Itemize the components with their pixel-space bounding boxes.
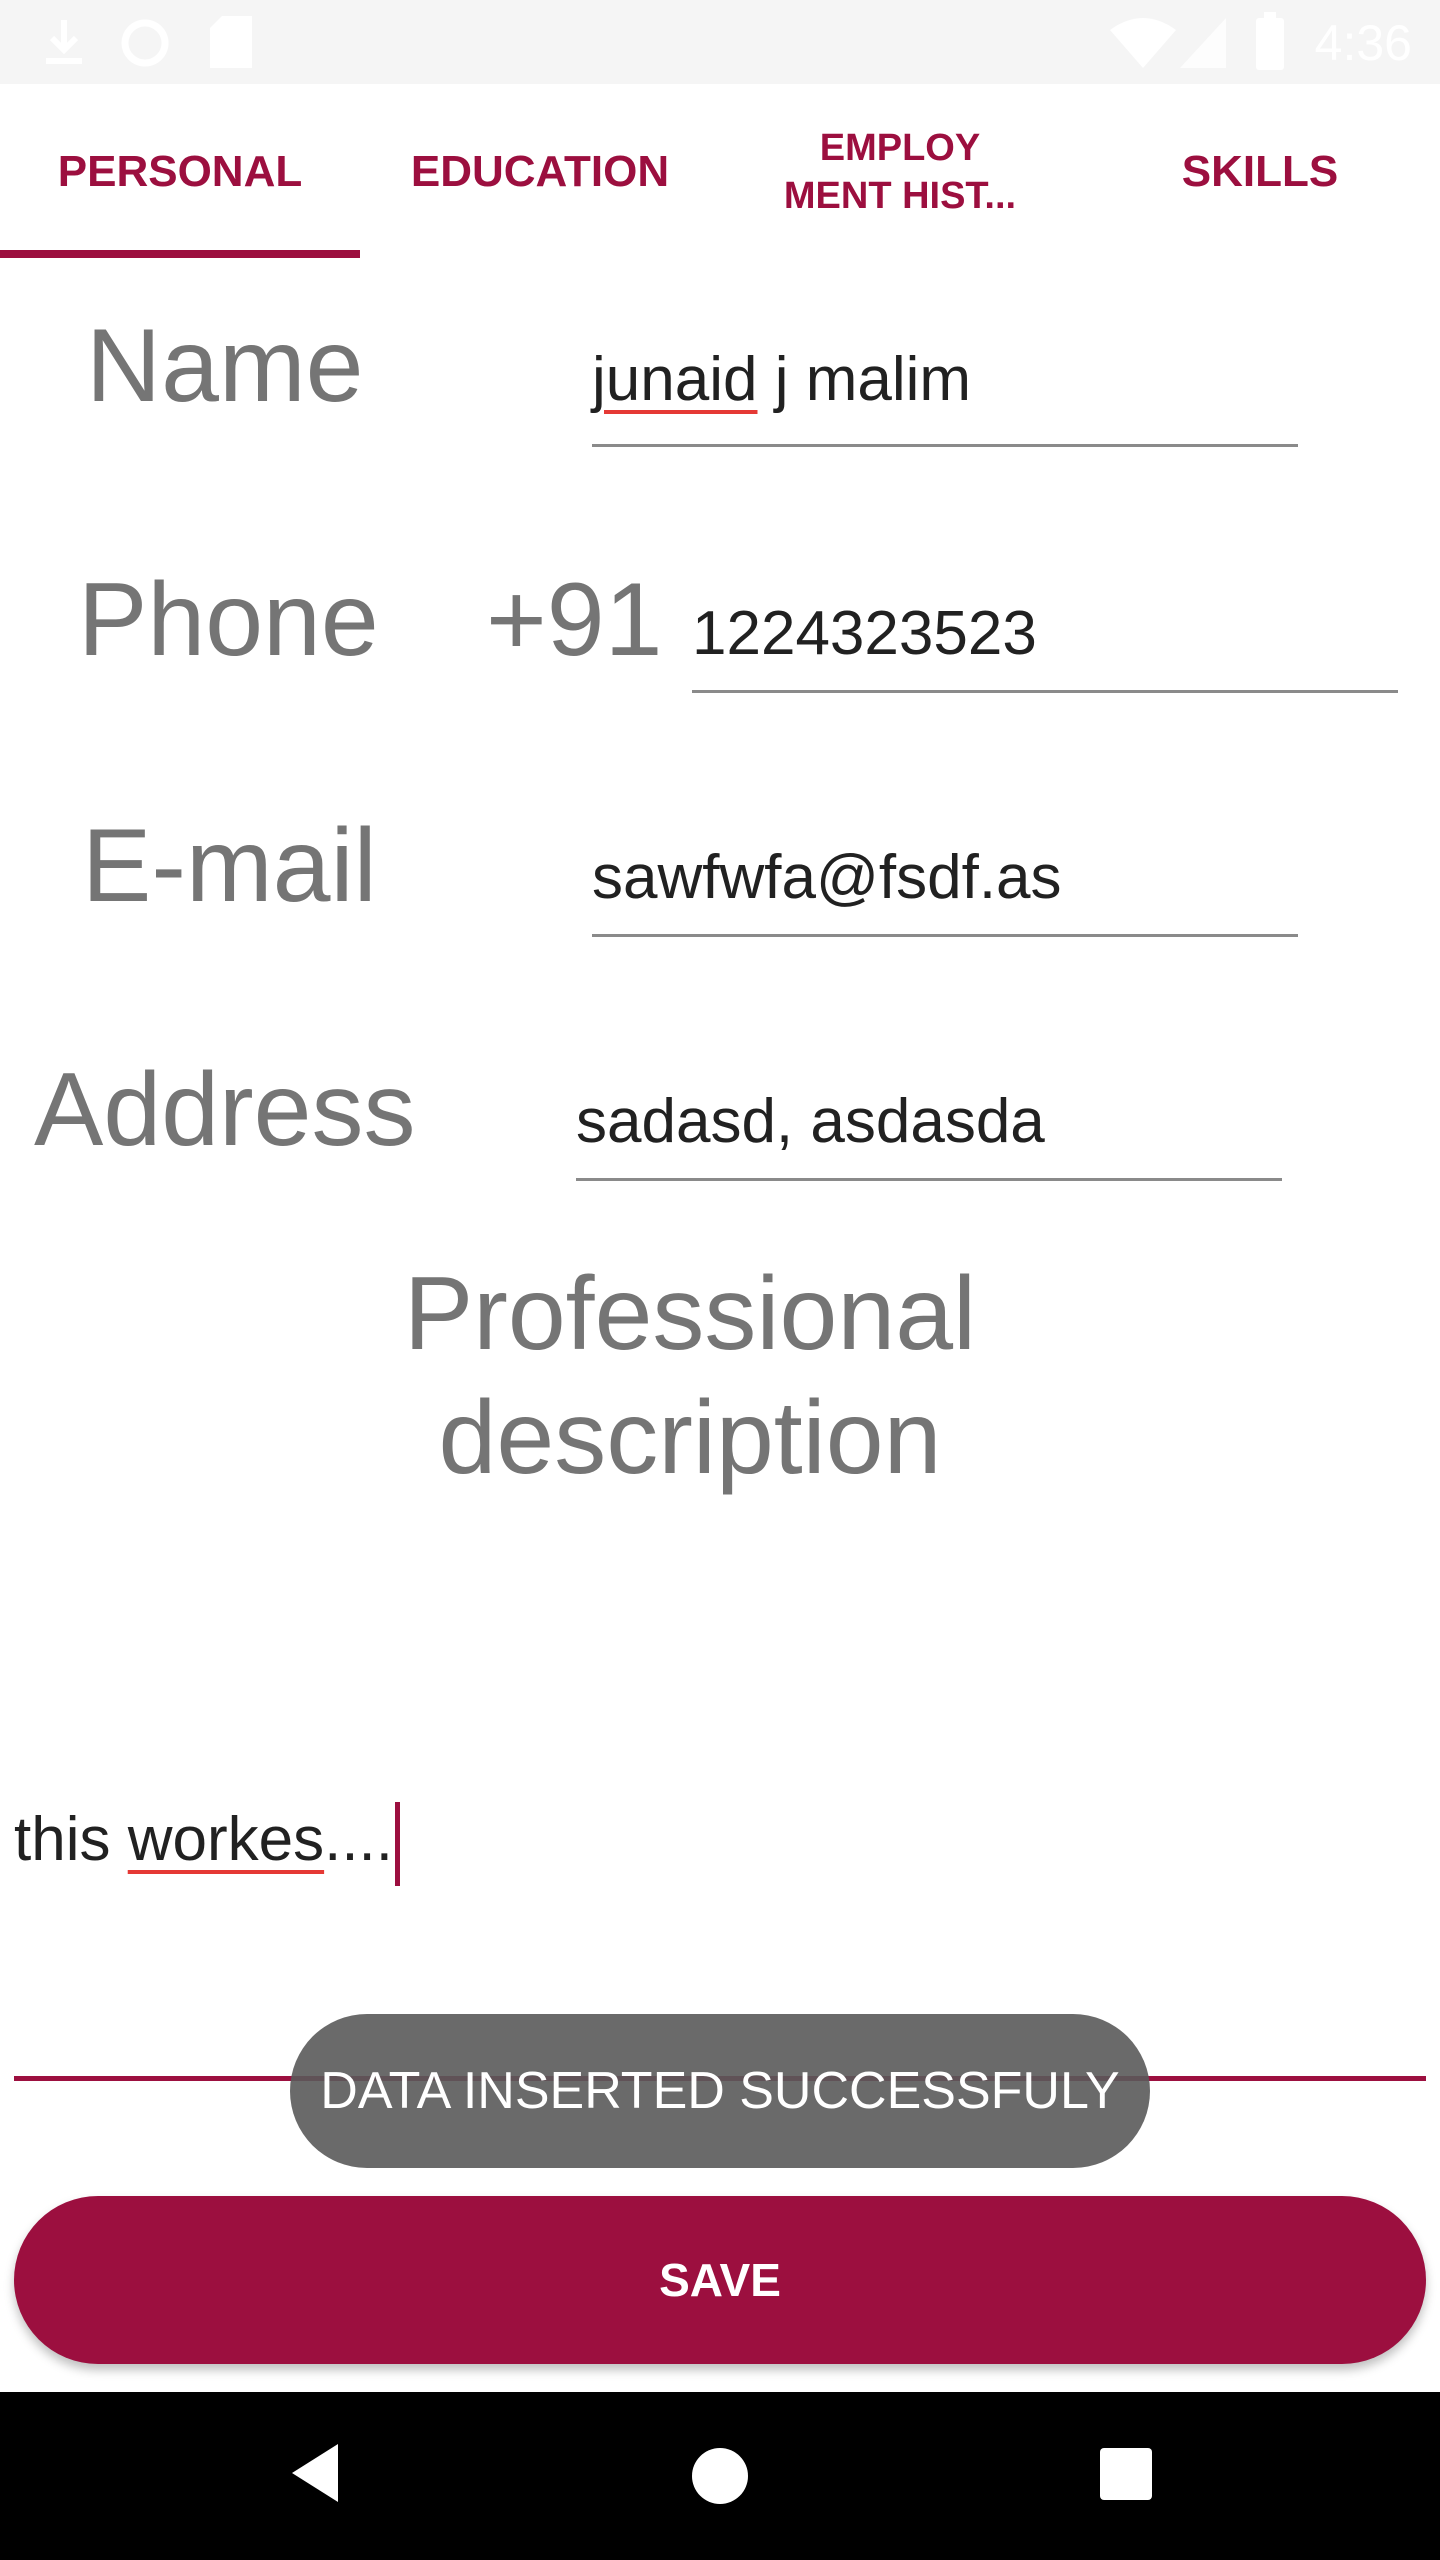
- tab-personal[interactable]: PERSONAL: [0, 84, 360, 260]
- professional-description-label: Professional description: [260, 1252, 1120, 1500]
- toast-text: DATA INSERTED SUCCESSFULY: [320, 2062, 1120, 2120]
- phone-prefix: +91: [486, 562, 663, 678]
- toast-message: DATA INSERTED SUCCESSFULY: [290, 2014, 1150, 2168]
- phone-field-underline: [692, 690, 1398, 693]
- sd-card-icon: [210, 16, 252, 68]
- text-cursor: [395, 1801, 401, 1886]
- battery-icon: [1256, 12, 1284, 70]
- navigation-bar: [0, 2392, 1440, 2560]
- name-label: Name: [86, 308, 364, 424]
- professional-description-field[interactable]: this workes....: [14, 1800, 401, 1886]
- description-value-misspelled: workes: [127, 1805, 325, 1874]
- tab-bar: PERSONAL EDUCATION EMPLOY MENT HIST... S…: [0, 84, 1440, 260]
- tab-skills-label: SKILLS: [1181, 147, 1339, 196]
- professional-description-label-line2: description: [438, 1380, 942, 1496]
- tab-personal-label: PERSONAL: [57, 147, 303, 196]
- phone-label: Phone: [78, 562, 379, 678]
- tab-selected-indicator: [0, 250, 360, 258]
- wifi-icon: [1110, 18, 1176, 68]
- email-label: E-mail: [82, 808, 377, 924]
- professional-description-label-line1: Professional: [403, 1256, 977, 1372]
- name-value-rest: j malim: [757, 345, 972, 414]
- email-field[interactable]: sawfwfa@fsdf.as: [592, 838, 1062, 918]
- tab-employment-label-line1: EMPLOY: [819, 127, 981, 169]
- phone-field[interactable]: 1224323523: [692, 594, 1037, 674]
- save-button[interactable]: SAVE: [14, 2196, 1426, 2364]
- signal-icon: [1180, 18, 1226, 68]
- name-field-underline: [592, 444, 1298, 447]
- address-field[interactable]: sadasd, asdasda: [576, 1082, 1045, 1162]
- download-icon: [46, 20, 82, 64]
- tab-employment-label-line2: MENT HIST...: [783, 175, 1017, 217]
- email-field-underline: [592, 934, 1298, 937]
- address-label: Address: [34, 1052, 416, 1168]
- recents-icon[interactable]: [1098, 2446, 1154, 2502]
- save-button-label: SAVE: [659, 2254, 781, 2306]
- status-bar: 4:36: [0, 0, 1440, 84]
- status-time: 4:36: [1314, 15, 1412, 71]
- description-value-part1: this: [14, 1805, 128, 1874]
- name-field[interactable]: junaid j malim: [592, 340, 971, 420]
- tab-employment-history[interactable]: EMPLOY MENT HIST...: [720, 84, 1080, 260]
- description-value-rest: ....: [324, 1805, 394, 1874]
- name-value-misspelled: junaid: [592, 345, 758, 414]
- tab-education[interactable]: EDUCATION: [360, 84, 720, 260]
- back-icon[interactable]: [286, 2440, 346, 2506]
- home-icon[interactable]: [690, 2446, 750, 2506]
- tab-skills[interactable]: SKILLS: [1080, 84, 1440, 260]
- sync-icon: [121, 19, 169, 67]
- tab-education-label: EDUCATION: [410, 147, 670, 196]
- address-field-underline: [576, 1178, 1282, 1181]
